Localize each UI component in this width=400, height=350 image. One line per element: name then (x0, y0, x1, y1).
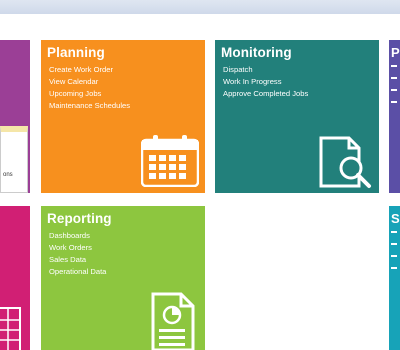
tile-planning-links: Create Work Order View Calendar Upcoming… (49, 64, 130, 112)
link-sales-data[interactable]: Sales Data (49, 254, 106, 266)
link-work-in-progress[interactable]: Work In Progress (223, 76, 308, 88)
tile-monitoring[interactable]: Monitoring Dispatch Work In Progress App… (215, 40, 379, 193)
tile-left-top-partial[interactable]: ons (0, 40, 30, 193)
link-maintenance-schedules[interactable]: Maintenance Schedules (49, 100, 130, 112)
link-create-work-order[interactable]: Create Work Order (49, 64, 130, 76)
tile-left-bottom-partial[interactable] (0, 206, 30, 350)
tile-reporting[interactable]: Reporting Dashboards Work Orders Sales D… (41, 206, 205, 350)
link-dispatch[interactable]: Dispatch (223, 64, 308, 76)
report-pie-icon (151, 292, 195, 350)
link-approve-completed-jobs[interactable]: Approve Completed Jobs (223, 88, 308, 100)
document-thumbnail-text: ons (3, 172, 13, 178)
tile-planning-title: Planning (47, 45, 105, 60)
tile-right-bottom-title: S (391, 211, 400, 226)
link-work-orders[interactable]: Work Orders (49, 242, 106, 254)
calendar-icon (141, 135, 199, 187)
tile-right-top-title: P (391, 45, 400, 60)
document-thumbnail: ons (0, 126, 28, 193)
tile-right-top-partial[interactable]: P (389, 40, 400, 193)
link-view-calendar[interactable]: View Calendar (49, 76, 130, 88)
tile-monitoring-title: Monitoring (221, 45, 292, 60)
link-operational-data[interactable]: Operational Data (49, 266, 106, 278)
link-upcoming-jobs[interactable]: Upcoming Jobs (49, 88, 130, 100)
tile-reporting-links: Dashboards Work Orders Sales Data Operat… (49, 230, 106, 278)
link-dashboards[interactable]: Dashboards (49, 230, 106, 242)
tile-reporting-title: Reporting (47, 211, 112, 226)
table-icon (0, 307, 21, 350)
window-top-bar (0, 0, 400, 15)
document-search-icon (319, 136, 371, 188)
tile-planning[interactable]: Planning Create Work Order View Calendar… (41, 40, 205, 193)
tile-right-bottom-partial[interactable]: S (389, 206, 400, 350)
tile-monitoring-links: Dispatch Work In Progress Approve Comple… (223, 64, 308, 100)
